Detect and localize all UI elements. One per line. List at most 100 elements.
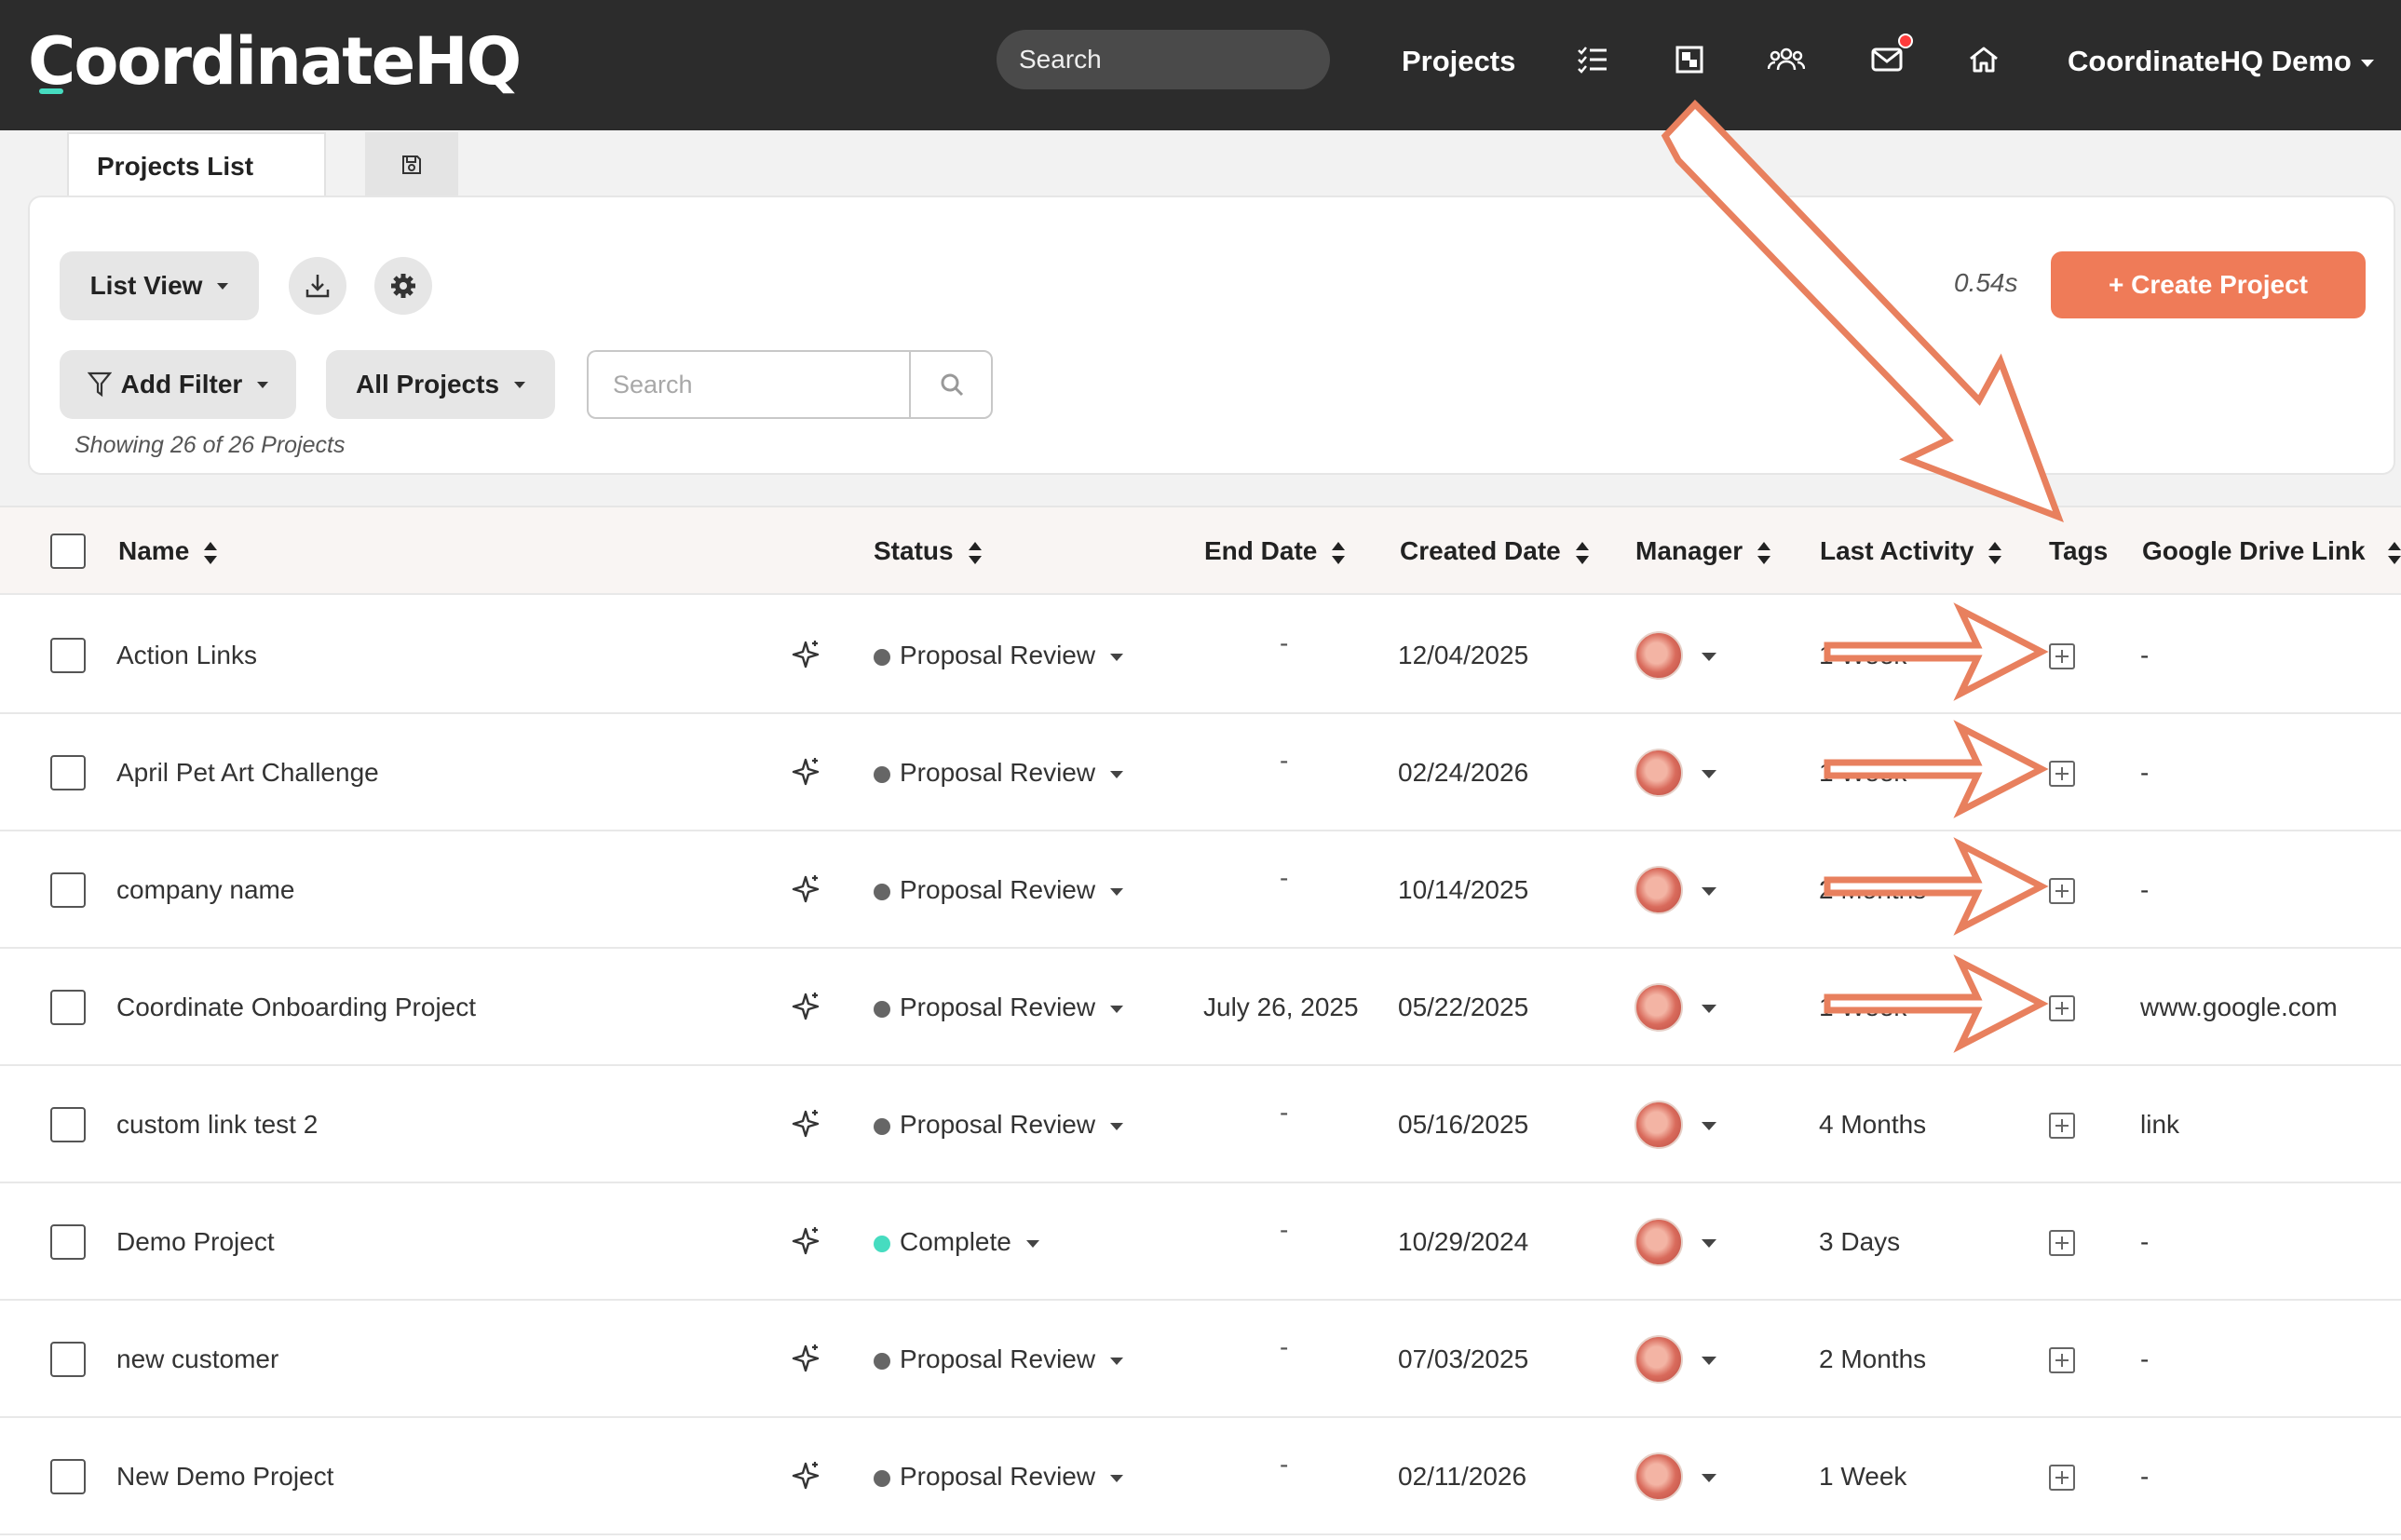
add-tag-icon[interactable] [2049, 1347, 2075, 1373]
all-projects-dropdown[interactable]: All Projects [326, 350, 555, 419]
col-tags[interactable]: Tags [2049, 507, 2108, 595]
create-project-button[interactable]: + Create Project [2051, 251, 2366, 318]
settings-button[interactable] [374, 257, 432, 315]
add-tag-icon[interactable] [2049, 761, 2075, 787]
col-end-date[interactable]: End Date [1204, 507, 1346, 595]
status-dropdown[interactable]: Proposal Review [874, 714, 1124, 831]
status-dropdown[interactable]: Proposal Review [874, 1066, 1124, 1183]
sparkle-icon[interactable] [790, 873, 821, 905]
avatar[interactable] [1635, 1452, 1683, 1501]
project-search-input[interactable] [590, 354, 907, 415]
chevron-down-icon[interactable] [1702, 1122, 1716, 1130]
chevron-down-icon[interactable] [1702, 1474, 1716, 1482]
table-row[interactable]: new customer Proposal Review - 07/03/202… [0, 1301, 2401, 1418]
sparkle-icon[interactable] [790, 1460, 821, 1492]
add-tag-icon[interactable] [2049, 878, 2075, 904]
row-checkbox[interactable] [50, 755, 86, 790]
add-tag-icon[interactable] [2049, 1230, 2075, 1256]
avatar[interactable] [1635, 1218, 1683, 1266]
chevron-down-icon[interactable] [1702, 887, 1716, 896]
home-icon[interactable] [1963, 39, 2004, 80]
chevron-down-icon[interactable] [1702, 1239, 1716, 1248]
user-menu[interactable]: CoordinateHQ Demo [2068, 41, 2374, 82]
table-row[interactable]: April Pet Art Challenge Proposal Review … [0, 714, 2401, 831]
add-tag-icon[interactable] [2049, 995, 2075, 1021]
avatar[interactable] [1635, 1335, 1683, 1384]
col-created-date[interactable]: Created Date [1400, 507, 1589, 595]
global-search-input[interactable]: Search [997, 30, 1330, 89]
avatar[interactable] [1635, 749, 1683, 797]
drive-link[interactable]: www.google.com [2140, 949, 2338, 1066]
add-tag-icon[interactable] [2049, 1465, 2075, 1491]
status-dropdown[interactable]: Proposal Review [874, 597, 1124, 714]
table-header: Name Status End Date Created Date Manage… [0, 507, 2401, 595]
avatar[interactable] [1635, 983, 1683, 1032]
avatar[interactable] [1635, 631, 1683, 680]
row-checkbox[interactable] [50, 1107, 86, 1142]
sparkle-icon[interactable] [790, 1343, 821, 1374]
status-dropdown[interactable]: Proposal Review [874, 1418, 1124, 1535]
sparkle-icon[interactable] [790, 1108, 821, 1140]
col-name[interactable]: Name [118, 507, 218, 595]
row-checkbox[interactable] [50, 1342, 86, 1377]
table-row[interactable]: New Demo Project Proposal Review - 02/11… [0, 1418, 2401, 1535]
project-name[interactable]: Demo Project [116, 1183, 275, 1301]
chevron-down-icon[interactable] [1702, 1357, 1716, 1365]
status-label: Proposal Review [900, 875, 1096, 904]
chevron-down-icon [2360, 59, 2374, 67]
project-name[interactable]: Action Links [116, 597, 257, 714]
add-tag-icon[interactable] [2049, 643, 2075, 669]
drive-link[interactable]: link [2140, 1066, 2179, 1183]
sparkle-icon[interactable] [790, 756, 821, 788]
sparkle-icon[interactable] [790, 1225, 821, 1257]
col-last-activity[interactable]: Last Activity [1820, 507, 2002, 595]
chevron-down-icon[interactable] [1702, 1005, 1716, 1013]
table-row[interactable]: Demo Project Complete - 10/29/2024 3 Day… [0, 1183, 2401, 1301]
chevron-down-icon[interactable] [1702, 653, 1716, 661]
project-name[interactable]: company name [116, 831, 294, 949]
project-name[interactable]: Coordinate Onboarding Project [116, 949, 476, 1066]
nav-projects-link[interactable]: Projects [1402, 41, 1515, 82]
table-row[interactable]: company name Proposal Review - 10/14/202… [0, 831, 2401, 949]
add-filter-dropdown[interactable]: Add Filter [60, 350, 296, 419]
project-name[interactable]: new customer [116, 1301, 278, 1418]
export-button[interactable] [289, 257, 346, 315]
list-view-dropdown[interactable]: List View [60, 251, 259, 320]
avatar[interactable] [1635, 866, 1683, 914]
project-name[interactable]: custom link test 2 [116, 1066, 318, 1183]
add-tag-icon[interactable] [2049, 1113, 2075, 1139]
created-date: 10/14/2025 [1398, 875, 1529, 904]
sparkle-icon[interactable] [790, 991, 821, 1022]
task-list-icon[interactable] [1572, 39, 1613, 80]
chevron-down-icon[interactable] [1702, 770, 1716, 778]
tab-projects-list[interactable]: Projects List [67, 132, 326, 197]
row-checkbox[interactable] [50, 872, 86, 908]
row-checkbox[interactable] [50, 990, 86, 1025]
avatar[interactable] [1635, 1101, 1683, 1149]
people-icon[interactable] [1766, 39, 1807, 80]
status-dropdown[interactable]: Complete [874, 1183, 1039, 1301]
col-status[interactable]: Status [874, 507, 982, 595]
sparkle-icon[interactable] [790, 639, 821, 670]
board-icon[interactable] [1669, 39, 1710, 80]
app-logo[interactable]: CoordinateHQ [28, 24, 522, 99]
status-dropdown[interactable]: Proposal Review [874, 949, 1124, 1066]
col-status-label: Status [874, 536, 954, 565]
sort-icon [1332, 541, 1346, 564]
status-dropdown[interactable]: Proposal Review [874, 831, 1124, 949]
search-button[interactable] [909, 352, 993, 417]
tab-save[interactable] [365, 132, 458, 197]
drive-link: - [2140, 758, 2150, 787]
col-drive-link[interactable]: Google Drive Link [2142, 507, 2401, 595]
table-row[interactable]: Action Links Proposal Review - 12/04/202… [0, 597, 2401, 714]
status-dropdown[interactable]: Proposal Review [874, 1301, 1124, 1418]
project-name[interactable]: April Pet Art Challenge [116, 714, 379, 831]
col-manager[interactable]: Manager [1635, 507, 1771, 595]
row-checkbox[interactable] [50, 638, 86, 673]
row-checkbox[interactable] [50, 1224, 86, 1260]
row-checkbox[interactable] [50, 1459, 86, 1494]
table-row[interactable]: Coordinate Onboarding Project Proposal R… [0, 949, 2401, 1066]
select-all-checkbox[interactable] [50, 534, 86, 569]
table-row[interactable]: custom link test 2 Proposal Review - 05/… [0, 1066, 2401, 1183]
project-name[interactable]: New Demo Project [116, 1418, 333, 1535]
